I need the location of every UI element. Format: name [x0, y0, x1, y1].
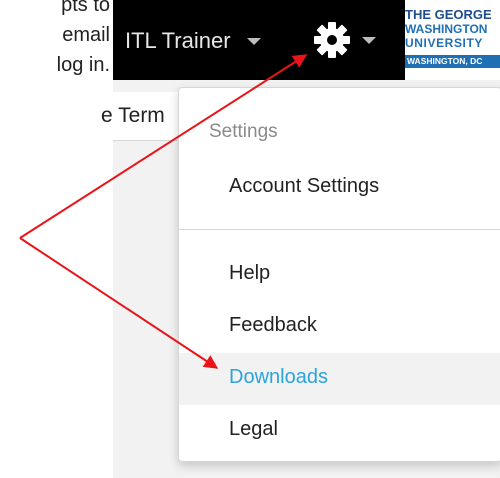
arrow-to-gear: [19, 54, 308, 239]
arrow-to-downloads: [19, 237, 219, 369]
annotation-arrows: [19, 54, 308, 369]
